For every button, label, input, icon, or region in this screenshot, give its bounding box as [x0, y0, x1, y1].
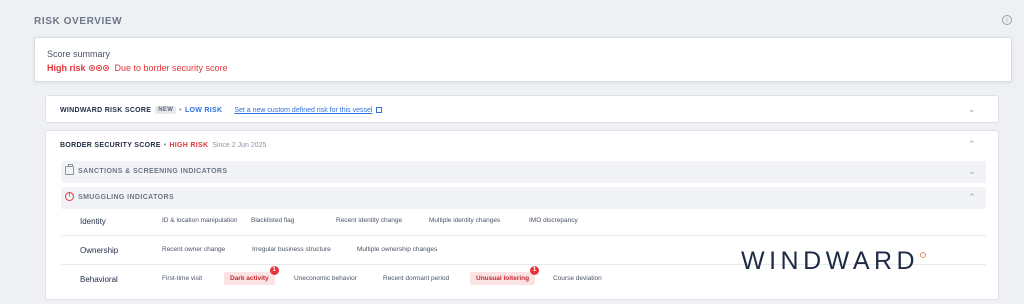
category-label: Identity	[80, 217, 106, 226]
chevron-down-icon[interactable]: ⌄	[968, 167, 976, 176]
indicator-chip[interactable]: IMO discrepancy	[529, 217, 578, 224]
indicator-chip[interactable]: Multiple identity changes	[429, 217, 500, 224]
sanctions-label: SANCTIONS & SCREENING INDICATORS	[78, 168, 228, 175]
indicator-chip[interactable]: ID & location manipulation	[162, 217, 238, 224]
chevron-down-icon[interactable]: ⌄	[968, 105, 976, 114]
windward-risk-score-header: WINDWARD RISK SCORE NEW • LOW RISK Set a…	[60, 106, 383, 114]
smuggling-indicators-row[interactable]: ! SMUGGLING INDICATORS ⌃	[61, 187, 986, 209]
indicator-label: Dark activity	[230, 275, 269, 282]
indicator-chip[interactable]: First-time visit	[162, 275, 202, 282]
risk-dot-icon	[95, 65, 102, 71]
risk-dot-icon	[88, 65, 95, 71]
border-security-header[interactable]: BORDER SECURITY SCORE • HIGH RISK Since …	[60, 142, 266, 149]
windward-logo: WINDWARD	[741, 247, 920, 275]
separator: •	[179, 106, 182, 114]
score-summary-card: Score summary High risk Due to border se…	[34, 37, 1012, 82]
page-title: RISK OVERVIEW	[34, 16, 123, 27]
low-risk-label: LOW RISK	[184, 106, 223, 114]
new-badge: NEW	[155, 106, 177, 114]
logo-mark-icon	[920, 252, 926, 258]
indicator-chip[interactable]: Recent owner change	[162, 246, 225, 253]
indicator-chip-active[interactable]: Unusual loitering 1	[470, 266, 540, 285]
sanctions-indicators-row[interactable]: SANCTIONS & SCREENING INDICATORS ⌄	[61, 161, 986, 183]
indicator-row-identity: Identity ID & location manipulation Blac…	[61, 207, 986, 236]
briefcase-icon	[65, 164, 74, 175]
separator: •	[163, 142, 167, 149]
risk-dot-icon	[102, 65, 109, 71]
indicator-chip[interactable]: Irregular business structure	[252, 246, 331, 253]
high-risk-label: HIGH RISK	[169, 142, 209, 149]
warning-icon: !	[65, 192, 74, 201]
since-date: Since 2 Jun 2025	[212, 142, 267, 149]
risk-dots	[88, 65, 110, 71]
info-icon[interactable]: i	[1002, 15, 1012, 25]
indicator-chip[interactable]: Multiple ownership changes	[357, 246, 437, 253]
border-score-label: BORDER SECURITY SCORE	[60, 142, 161, 149]
risk-line: High risk Due to border security score	[47, 63, 228, 73]
count-badge: 1	[530, 266, 540, 275]
windward-risk-score-panel[interactable]: WINDWARD RISK SCORE NEW • LOW RISK Set a…	[45, 95, 999, 123]
chevron-up-icon[interactable]: ⌃	[968, 140, 976, 149]
count-badge: 1	[269, 266, 279, 275]
windward-score-label: WINDWARD RISK SCORE	[60, 106, 152, 114]
category-label: Ownership	[80, 246, 119, 255]
indicator-label: Unusual loitering	[476, 275, 530, 282]
external-link-icon[interactable]	[376, 107, 383, 113]
indicator-chip[interactable]: Blacklisted flag	[251, 217, 294, 224]
indicator-chip-active[interactable]: Dark activity 1	[224, 266, 279, 285]
indicator-chip[interactable]: Recent dormant period	[383, 275, 449, 282]
category-label: Behavioral	[80, 275, 118, 284]
risk-level-label: High risk	[47, 63, 86, 73]
chevron-up-icon[interactable]: ⌃	[968, 193, 976, 202]
indicator-chip[interactable]: Uneconomic behavior	[294, 275, 357, 282]
smuggling-label: SMUGGLING INDICATORS	[78, 194, 175, 201]
risk-reason: Due to border security score	[114, 63, 228, 73]
indicator-chip[interactable]: Recent identity change	[336, 217, 402, 224]
indicator-chip[interactable]: Course deviation	[553, 275, 602, 282]
custom-risk-link[interactable]: Set a new custom defined risk for this v…	[234, 107, 372, 114]
summary-title: Score summary	[47, 49, 111, 59]
